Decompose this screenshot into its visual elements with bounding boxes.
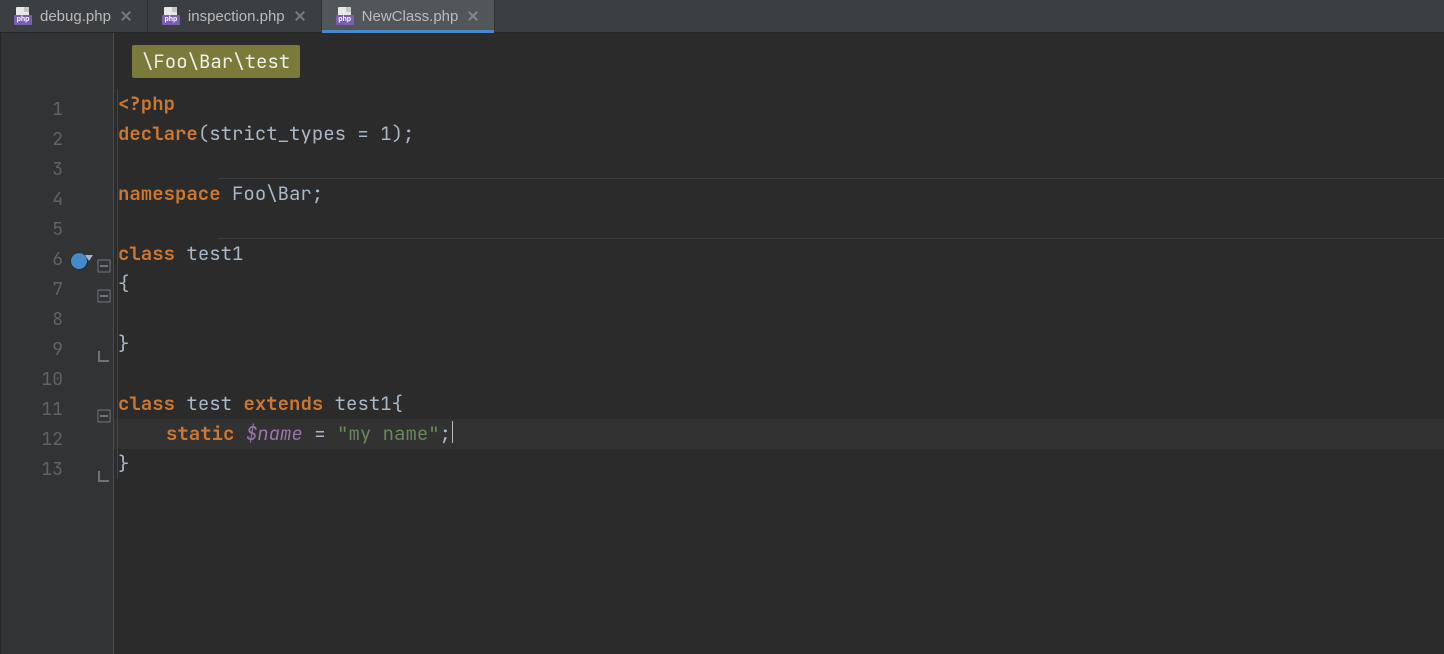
code-line[interactable]: class test1 [114,239,1444,269]
code-line[interactable]: namespace Foo\Bar; [114,179,1444,209]
left-rail [0,33,13,654]
line-number[interactable]: 13 [13,455,113,485]
breadcrumb[interactable]: \Foo\Bar\test [132,45,300,78]
line-number[interactable]: 5 [13,215,113,245]
line-number[interactable]: 9 [13,335,113,365]
php-file-icon: php [14,7,32,25]
line-number[interactable]: 6 [13,245,113,275]
php-file-icon: php [336,7,354,25]
code-line[interactable]: class test extends test1{ [114,389,1444,419]
line-number[interactable]: 12 [13,425,113,455]
tab-bar: php debug.php php inspection.php php NewClass… [0,0,1444,33]
code-line[interactable]: } [114,449,1444,479]
code-line[interactable] [114,149,1444,179]
tab-label: debug.php [40,8,111,25]
line-number[interactable]: 3 [13,155,113,185]
line-number[interactable]: 7 [13,275,113,305]
code-line[interactable]: <?php [114,89,1444,119]
code-line[interactable] [114,359,1444,389]
editor-area: 12345678910111213 \Foo\Bar\test <?php de… [0,33,1444,654]
line-number[interactable]: 2 [13,125,113,155]
override-gutter-icon[interactable] [71,253,87,269]
fold-end-icon [97,463,111,477]
text-caret [452,421,453,443]
code-line[interactable]: } [114,329,1444,359]
code-line[interactable] [114,209,1444,239]
code-line[interactable]: declare(strict_types = 1); [114,119,1444,149]
tab-inspection-php[interactable]: php inspection.php [148,0,322,32]
fold-end-icon [97,343,111,357]
tab-label: NewClass.php [362,8,459,25]
code-line[interactable] [114,299,1444,329]
php-file-icon: php [162,7,180,25]
close-icon[interactable] [293,9,307,23]
tab-label: inspection.php [188,8,285,25]
code-area[interactable]: \Foo\Bar\test <?php declare(strict_types… [114,33,1444,654]
tab-debug-php[interactable]: php debug.php [0,0,148,32]
line-number[interactable]: 11 [13,395,113,425]
close-icon[interactable] [119,9,133,23]
gutter: 12345678910111213 [13,33,114,654]
fold-toggle-icon[interactable] [97,253,111,267]
code-line-current[interactable]: static $name = "my name"; [114,419,1444,449]
code-line[interactable]: { [114,269,1444,299]
line-number[interactable]: 4 [13,185,113,215]
tab-newclass-php[interactable]: php NewClass.php [322,0,496,32]
line-number[interactable]: 10 [13,365,113,395]
close-icon[interactable] [466,9,480,23]
line-number[interactable]: 1 [13,95,113,125]
fold-toggle-icon[interactable] [97,283,111,297]
fold-toggle-icon[interactable] [97,403,111,417]
line-number[interactable]: 8 [13,305,113,335]
